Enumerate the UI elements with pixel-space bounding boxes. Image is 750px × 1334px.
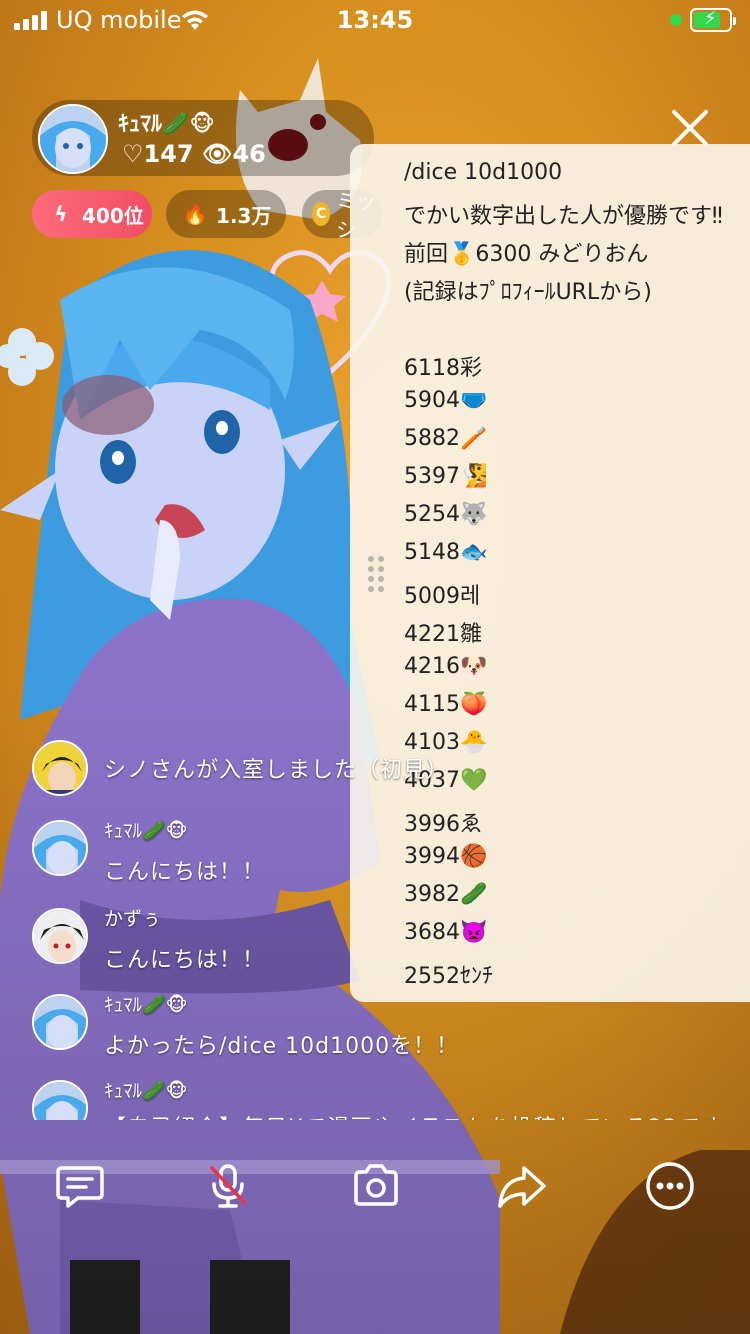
- dice-line: 4115🍑: [404, 692, 488, 717]
- lightning-icon: ϟ: [54, 202, 68, 226]
- flame-icon: 🔥: [182, 202, 208, 226]
- dice-line: 5009레: [404, 584, 481, 609]
- chat-username: ｷｭﾏﾙ🥒🐵: [104, 994, 188, 1016]
- avatar[interactable]: [38, 104, 108, 174]
- ranking-badge[interactable]: ϟ 400位: [32, 190, 152, 238]
- avatar[interactable]: [32, 1080, 88, 1120]
- hair-flower: [0, 328, 54, 386]
- dice-line: 5148🐟: [404, 540, 488, 565]
- mic-muted-icon[interactable]: [202, 1160, 254, 1212]
- dice-line: 5397🧏: [404, 464, 488, 489]
- chat-text: シノさんが入室しました（初見）: [104, 758, 450, 783]
- chat-text: こんにちは！！: [104, 860, 266, 885]
- avatar[interactable]: [32, 820, 88, 876]
- coin-icon: C: [312, 202, 331, 226]
- likes-count: ♡147: [122, 140, 194, 168]
- dice-line: 5904🩲: [404, 388, 488, 413]
- dice-line: 4216🐶: [404, 654, 488, 679]
- status-bar: UQ mobile 13:45 ⚡: [0, 0, 750, 44]
- dice-line: 4221雛: [404, 622, 482, 647]
- camera-icon[interactable]: [350, 1160, 402, 1212]
- chat-text: 【自己紹介】毎日Xで漫画やイラストを投稿している22です: [104, 1110, 724, 1120]
- comment-icon[interactable]: [54, 1160, 106, 1212]
- share-icon[interactable]: [496, 1160, 548, 1212]
- chat-username: ｷｭﾏﾙ🥒🐵: [104, 820, 188, 842]
- avatar[interactable]: [32, 740, 88, 796]
- host-name: ｷｭﾏﾙ🥒🐵: [118, 112, 215, 137]
- dice-line: /dice 10d1000: [404, 160, 563, 185]
- clock: 13:45: [336, 6, 414, 34]
- chat-text: こんにちは！！: [104, 948, 266, 973]
- dice-line: 5882🪥: [404, 426, 488, 451]
- more-icon[interactable]: [644, 1160, 696, 1212]
- battery-icon: ⚡: [690, 8, 736, 32]
- chat-username: かずぅ: [104, 908, 162, 930]
- points-badge[interactable]: 🔥 1.3万: [166, 190, 286, 238]
- avatar[interactable]: [32, 908, 88, 964]
- host-profile-card[interactable]: ｷｭﾏﾙ🥒🐵 ♡147 👁46: [32, 100, 374, 176]
- chat-username: ｷｭﾏﾙ🥒🐵: [104, 1080, 188, 1102]
- dice-line: 5254🐺: [404, 502, 488, 527]
- viewers-count: 👁46: [201, 140, 266, 168]
- drag-handle-icon[interactable]: [368, 556, 390, 596]
- dice-line: 前回🥇6300 みどりおん: [404, 242, 649, 267]
- avatar[interactable]: [32, 994, 88, 1050]
- dice-line: でかい数字出した人が優勝です‼: [404, 204, 723, 229]
- dice-line: 6118彩: [404, 356, 482, 381]
- camera-in-use-indicator: [670, 14, 682, 26]
- host-stats: ♡147 👁46: [122, 140, 266, 168]
- chat-text: よかったら/dice 10d1000を！！: [104, 1034, 460, 1059]
- chat-feed[interactable]: シノさんが入室しました（初見） ｷｭﾏﾙ🥒🐵 こんにちは！！ かずぅ こんにちは…: [0, 720, 750, 1120]
- dice-line: (記録はﾌﾟﾛﾌｨｰﾙURLから): [404, 280, 652, 305]
